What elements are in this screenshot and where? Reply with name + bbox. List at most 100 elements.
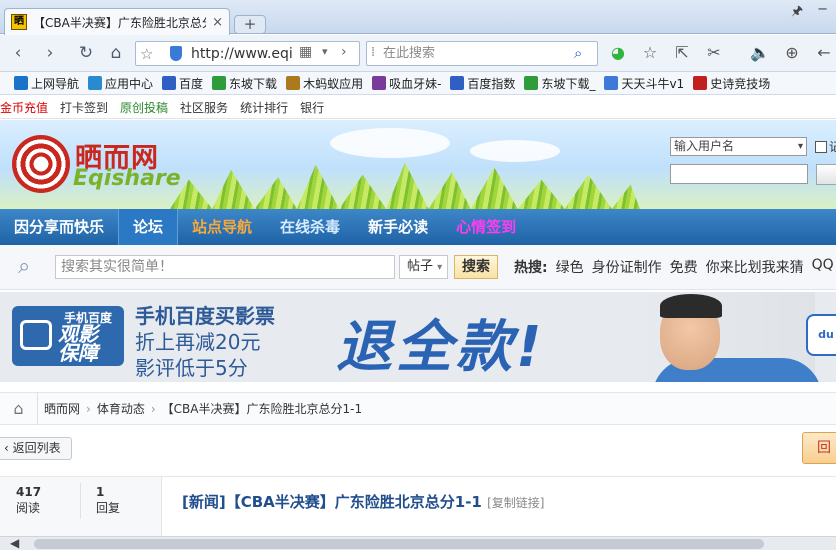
top-link[interactable]: 打卡签到: [60, 99, 108, 116]
doc-icon: [604, 76, 619, 90]
bookmark-item[interactable]: 吸血牙妹-: [372, 75, 441, 92]
tab-strip: 晒 【CBA半决赛】广东险胜北京总分 × + 🖈 −: [0, 0, 836, 35]
forum-search-input[interactable]: 搜索其实很简单！: [55, 255, 395, 279]
scroll-left-icon[interactable]: ◀: [10, 537, 19, 550]
remember-label: 记: [829, 140, 836, 154]
browser-search-box[interactable]: ⁞ ⌕: [366, 41, 598, 66]
tab-title: 【CBA半决赛】广东险胜北京总分: [33, 15, 207, 30]
reply-button[interactable]: 回: [802, 432, 836, 464]
search-button[interactable]: 搜索: [454, 255, 498, 279]
nav-item[interactable]: 新手必读: [354, 209, 442, 245]
chevron-down-icon: ▾: [437, 262, 443, 273]
site-header: 晒而网 Eqishare 输入用户名 ▾ 记: [0, 120, 836, 209]
bookmark-label: 百度指数: [467, 76, 516, 91]
browser-tab[interactable]: 晒 【CBA半决赛】广东险胜北京总分 ×: [4, 8, 230, 35]
remember-checkbox[interactable]: [815, 141, 827, 153]
reload-button[interactable]: ↻: [74, 41, 98, 65]
top-link[interactable]: 原创投稿: [120, 99, 168, 116]
dongpo-icon: [212, 76, 227, 90]
replies-label: 回复: [96, 501, 121, 515]
star-icon[interactable]: ☆: [638, 41, 662, 65]
copy-link[interactable]: [复制链接]: [487, 496, 544, 510]
top-link[interactable]: 金币充值: [0, 99, 48, 116]
logo-icon[interactable]: [12, 135, 70, 193]
new-tab-button[interactable]: +: [234, 15, 266, 34]
url-text[interactable]: http://www.eqi: [191, 46, 293, 62]
hot-search-link[interactable]: 你来比划我来猜: [706, 257, 804, 277]
horizontal-scrollbar[interactable]: ◀: [0, 536, 836, 550]
ant-icon: [286, 76, 301, 90]
bookmark-item[interactable]: 东坡下载: [212, 75, 277, 92]
dongpo-icon: [524, 76, 539, 90]
pin-icon[interactable]: 🖈: [791, 2, 803, 24]
nav-item[interactable]: 站点导航: [178, 209, 266, 245]
bookmark-item[interactable]: 史诗竞技场: [693, 75, 770, 92]
speaker-icon[interactable]: 🔈: [748, 41, 772, 65]
hot-search-link[interactable]: 身份证制作: [592, 257, 662, 277]
search-icon[interactable]: ⌕: [574, 44, 582, 62]
bookmark-item[interactable]: 天天斗牛v1: [604, 75, 684, 92]
browser-search-input[interactable]: [383, 45, 568, 62]
security-shield-icon: [170, 46, 182, 61]
search-engine-icon[interactable]: ⁞: [371, 45, 375, 60]
back-to-list-button[interactable]: ‹ 返回列表: [0, 437, 72, 460]
qr-code-icon[interactable]: ▦: [299, 44, 312, 60]
search-type-select[interactable]: 帖子 ▾: [399, 255, 448, 279]
nav-item[interactable]: 论坛: [118, 209, 179, 245]
bookmark-item[interactable]: 百度指数: [450, 75, 515, 92]
hot-search-link[interactable]: QQ: [812, 257, 834, 277]
download-icon[interactable]: ⊕: [780, 41, 804, 65]
ad-headline: 手机百度买影票: [135, 304, 275, 328]
ad-badge-line2: 观影 保障: [58, 322, 98, 365]
camera-icon: [20, 320, 52, 350]
bookmark-label: 东坡下载_: [541, 76, 596, 91]
minimize-icon[interactable]: −: [817, 2, 828, 24]
breadcrumb-item[interactable]: 【CBA半决赛】广东险胜北京总分1-1: [156, 400, 368, 417]
bookmark-item[interactable]: 应用中心: [88, 75, 153, 92]
login-button[interactable]: [816, 164, 836, 185]
main-nav: 因分享而快乐 论坛 站点导航 在线杀毒 新手必读 心情签到: [0, 209, 836, 245]
password-field[interactable]: [670, 164, 808, 184]
app-icon: [88, 76, 103, 90]
forward-button[interactable]: ›: [38, 41, 62, 65]
cut-icon[interactable]: ✂: [702, 41, 726, 65]
bookmark-label: 天天斗牛v1: [621, 76, 685, 91]
nav-item[interactable]: 在线杀毒: [266, 209, 354, 245]
close-icon[interactable]: ×: [212, 15, 223, 30]
hot-search-link[interactable]: 免费: [670, 257, 698, 277]
bookmark-label: 百度: [179, 76, 204, 91]
site-logo-subtext[interactable]: Eqishare: [73, 166, 181, 191]
address-bar[interactable]: ☆ http://www.eqi ▦ ▾ ›: [135, 41, 360, 66]
bookmark-item[interactable]: 东坡下载_: [524, 75, 595, 92]
ad-big-text: 退全款!: [336, 315, 546, 380]
bookmark-label: 东坡下载: [229, 76, 278, 91]
breadcrumb-item[interactable]: 晒而网: [38, 400, 86, 417]
nav-item[interactable]: 心情签到: [442, 209, 530, 245]
wechat-icon[interactable]: ◕: [606, 41, 630, 65]
views-label: 阅读: [16, 501, 41, 515]
replies-count: 1: [96, 485, 105, 499]
back-button[interactable]: ‹: [6, 41, 30, 65]
bookmark-item[interactable]: 上网导航: [14, 75, 79, 92]
share-icon[interactable]: ⇱: [670, 41, 694, 65]
ad-banner[interactable]: 手机百度 观影 保障 手机百度买影票 折上再减20元 影评低于5分 退全款! d…: [0, 292, 836, 382]
bookmark-star-icon[interactable]: ☆: [140, 45, 153, 63]
username-select-value: 输入用户名: [674, 139, 735, 153]
back-arrow-icon[interactable]: ←: [812, 41, 836, 65]
breadcrumb-item[interactable]: 体育动态: [91, 400, 151, 417]
ad-line2: 折上再减20元: [135, 330, 261, 354]
scrollbar-thumb[interactable]: [34, 539, 764, 549]
top-link[interactable]: 统计排行: [240, 99, 288, 116]
hot-search-link[interactable]: 绿色: [556, 257, 584, 277]
bookmark-item[interactable]: 百度: [162, 75, 203, 92]
go-arrow-icon[interactable]: ›: [341, 44, 347, 60]
top-link[interactable]: 银行: [300, 99, 324, 116]
chevron-down-icon[interactable]: ▾: [322, 45, 328, 58]
breadcrumb-home[interactable]: ⌂: [0, 392, 38, 425]
username-select[interactable]: 输入用户名 ▾: [670, 137, 807, 156]
nav-item[interactable]: 因分享而快乐: [0, 209, 118, 245]
top-link[interactable]: 社区服务: [180, 99, 228, 116]
home-button[interactable]: ⌂: [104, 41, 128, 65]
bookmark-item[interactable]: 木蚂蚁应用: [286, 75, 363, 92]
site-favicon-icon: 晒: [11, 14, 27, 30]
